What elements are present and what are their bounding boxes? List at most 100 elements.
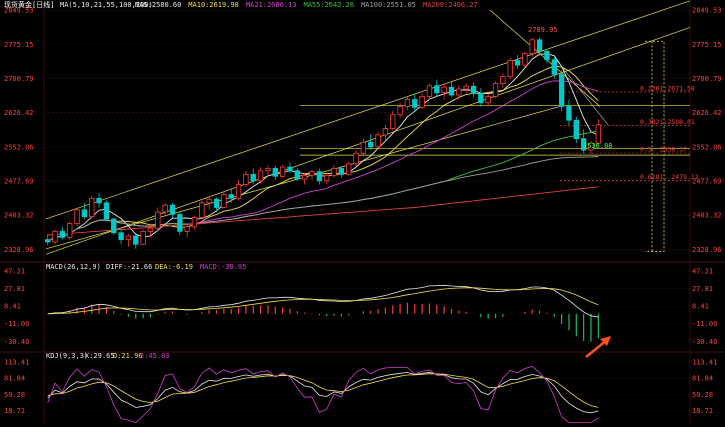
high-annotation: 2789.95 bbox=[528, 26, 558, 34]
candle-body bbox=[111, 218, 117, 234]
price-tick-right: 2477.69 bbox=[692, 177, 722, 185]
ma-legend-item: MA100:2551.05 bbox=[361, 1, 416, 9]
candle-body bbox=[346, 163, 352, 175]
kdj-k-label: K:29.65 bbox=[85, 352, 115, 360]
ma-legend-item: MA10:2619.98 bbox=[188, 1, 239, 9]
kdj-tick-left: 81.84 bbox=[4, 375, 25, 383]
ma5-line bbox=[47, 53, 599, 243]
macd-value-label: MACD:-30.95 bbox=[200, 263, 246, 271]
macd-diff-label: DIFF:-21.66 bbox=[106, 263, 152, 271]
price-tick-right: 2328.96 bbox=[692, 246, 722, 254]
candle-body bbox=[118, 232, 124, 241]
candle-body bbox=[573, 119, 579, 139]
arrow-annotation bbox=[585, 336, 611, 358]
candlestick-series bbox=[44, 37, 602, 249]
channel-upper-line bbox=[45, 0, 691, 220]
kdj-tick-right: 81.84 bbox=[692, 375, 713, 383]
price-tick-right: 2849.53 bbox=[692, 7, 722, 15]
candle-body bbox=[566, 106, 572, 121]
kdj-tick-left: 18.71 bbox=[4, 407, 25, 415]
candle-body bbox=[544, 50, 550, 60]
candle-body bbox=[59, 230, 66, 238]
kdj-k-line bbox=[47, 371, 599, 414]
candle-body bbox=[89, 197, 95, 218]
macd-tick-left: 8.41 bbox=[4, 303, 21, 311]
candle-body bbox=[331, 168, 337, 176]
candle-body bbox=[397, 106, 403, 116]
price-tick-right: 2403.32 bbox=[692, 212, 722, 220]
candle-body bbox=[456, 88, 462, 96]
candle-body bbox=[595, 124, 602, 144]
candle-body bbox=[301, 174, 308, 180]
fib-level-label: 0.6181: 2479.12 bbox=[640, 173, 699, 181]
candle-body bbox=[382, 128, 389, 136]
candle-body bbox=[353, 152, 359, 165]
kline-chart[interactable]: 0.2361:2671.58 0.3821:2598.01 0.5: 2538.37… bbox=[0, 0, 725, 424]
candle-body bbox=[81, 209, 88, 218]
symbol-title: 现货黄金[日线] bbox=[4, 0, 54, 9]
candle-body bbox=[191, 217, 198, 228]
macd-tick-right: -11.00 bbox=[692, 320, 717, 328]
price-tick-left: 2552.06 bbox=[4, 143, 34, 151]
candle-body bbox=[96, 197, 102, 204]
price-tick-right: 2552.06 bbox=[692, 143, 722, 151]
candle-body bbox=[206, 198, 212, 204]
candle-body bbox=[500, 76, 506, 84]
candle-body bbox=[529, 39, 535, 55]
fib-level-label: 0.2361:2671.58 bbox=[640, 84, 695, 92]
candle-body bbox=[470, 85, 477, 94]
candle-body bbox=[177, 213, 183, 232]
candle-body bbox=[426, 85, 433, 97]
candle-body bbox=[404, 99, 411, 107]
candle-body bbox=[463, 85, 469, 90]
candle-body bbox=[287, 166, 293, 172]
candle-body bbox=[199, 202, 205, 218]
macd-tick-right: 47.21 bbox=[692, 268, 713, 276]
kdj-tick-left: 113.41 bbox=[4, 358, 29, 366]
kdj-title: KDJ(9,3,3) bbox=[46, 352, 88, 360]
ma21-line bbox=[47, 80, 599, 243]
macd-tick-left: 47.21 bbox=[4, 268, 25, 276]
price-tick-right: 2775.15 bbox=[692, 41, 722, 49]
candle-body bbox=[558, 73, 565, 107]
price-axis: 2849.53 2849.532775.15 2775.152700.79 2700.… bbox=[4, 7, 722, 254]
candle-body bbox=[213, 198, 220, 208]
price-tick-left: 2477.69 bbox=[4, 177, 34, 185]
candle-body bbox=[103, 202, 110, 220]
candle-body bbox=[507, 60, 513, 77]
price-tick-right: 2700.79 bbox=[692, 75, 722, 83]
trend-channel-lines bbox=[45, 0, 691, 255]
candle-body bbox=[360, 141, 367, 154]
kdj-d-label: D:21.96 bbox=[113, 352, 143, 360]
candle-body bbox=[265, 168, 271, 172]
candle-body bbox=[514, 60, 521, 66]
macd-tick-left: -11.00 bbox=[4, 320, 29, 328]
macd-tick-right: 8.41 bbox=[692, 303, 709, 311]
fib-level-label: 0.5: 2538.37 bbox=[640, 146, 687, 154]
candle-body bbox=[184, 226, 190, 232]
fibonacci-levels: 0.2361:2671.58 0.3821:2598.01 0.5: 2538.37… bbox=[560, 84, 699, 181]
candle-body bbox=[250, 174, 256, 182]
ma-legend: MA5:2580.60 MA10:2619.98 MA21:2686.13 MA55:… bbox=[135, 1, 478, 9]
price-tick-left: 2626.42 bbox=[4, 109, 34, 117]
macd-panel: 47.21 47.21 27.81 27.81 8.41 8.41 -11.00 -11.00… bbox=[4, 268, 717, 346]
candle-body bbox=[228, 194, 234, 199]
candle-body bbox=[338, 168, 345, 175]
channel-mid-line bbox=[45, 27, 691, 255]
chart-canvas[interactable]: 0.2361:2671.58 0.3821:2598.01 0.5: 2538.37… bbox=[0, 0, 725, 424]
kdj-d-line bbox=[47, 373, 599, 408]
ma-legend-item: MA21:2686.13 bbox=[246, 1, 297, 9]
candle-body bbox=[536, 39, 543, 52]
candle-body bbox=[67, 223, 73, 238]
kdj-tick-right: 50.28 bbox=[692, 391, 713, 399]
candle-body bbox=[441, 86, 447, 94]
candle-body bbox=[390, 114, 396, 129]
price-tick-left: 2328.96 bbox=[4, 246, 34, 254]
price-tick-left: 2403.32 bbox=[4, 212, 34, 220]
candle-body bbox=[169, 204, 176, 215]
candle-body bbox=[448, 86, 455, 96]
candle-body bbox=[419, 95, 425, 108]
ma-legend-item: MA55:2642.26 bbox=[304, 1, 355, 9]
kdj-panel: 113.41 113.41 81.84 81.84 50.28 50.28 18.71 18.… bbox=[4, 358, 717, 424]
kdj-tick-left: 50.28 bbox=[4, 391, 25, 399]
